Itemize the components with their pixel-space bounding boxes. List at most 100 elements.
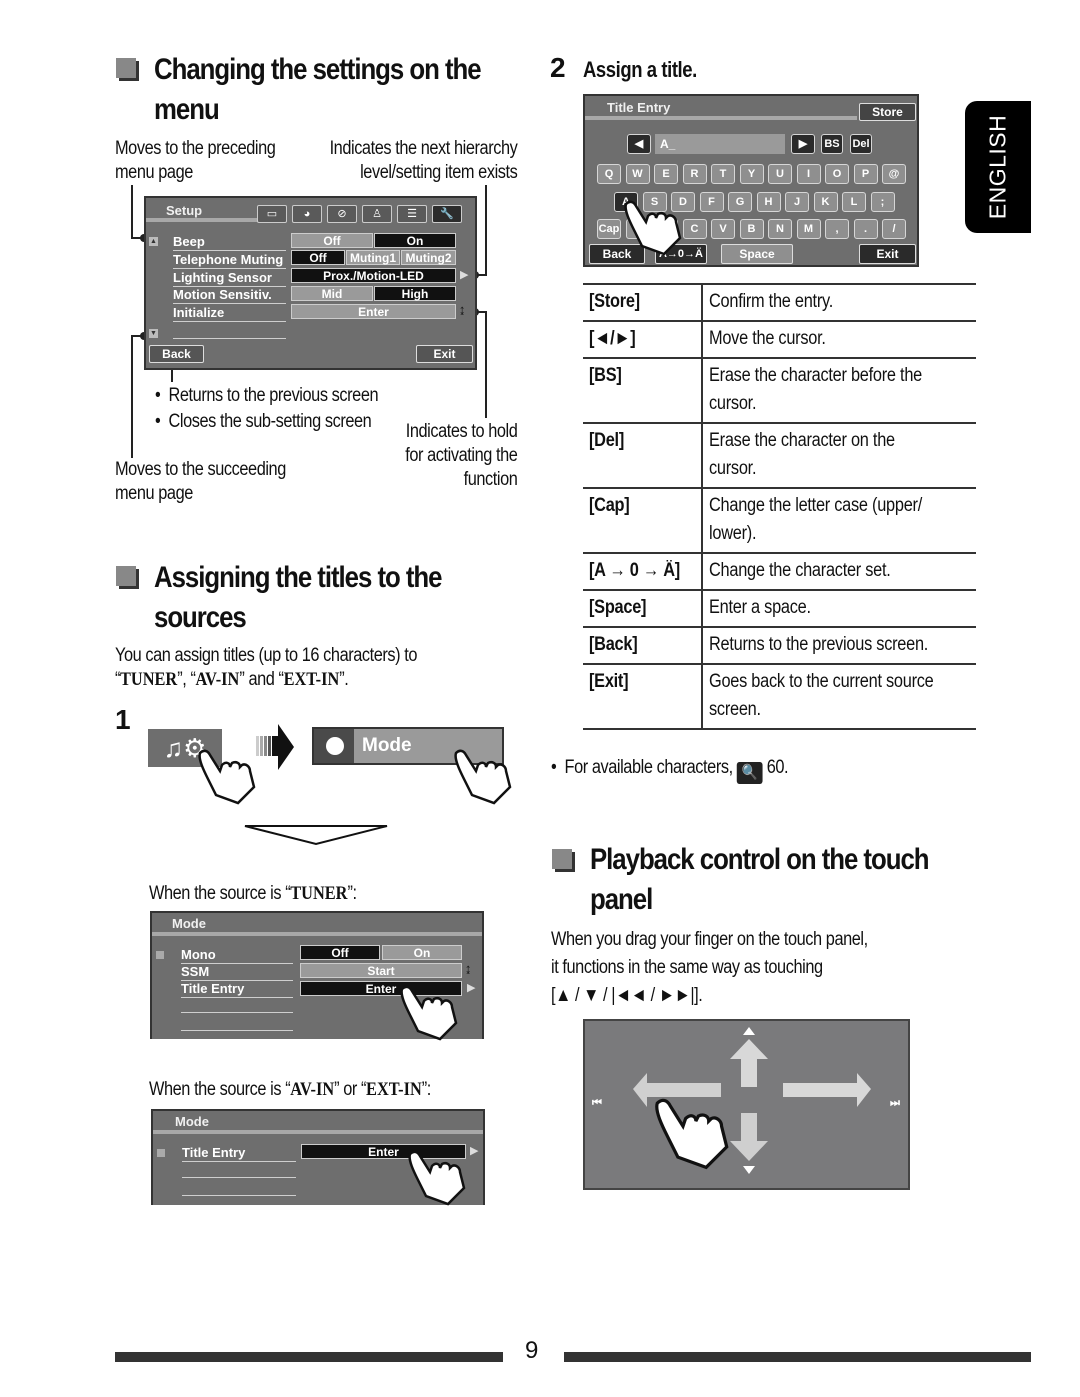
key-m[interactable]: M	[796, 219, 821, 239]
key-o[interactable]: O	[825, 164, 849, 184]
callout-text: menu page	[115, 483, 193, 504]
key-u[interactable]: U	[768, 164, 792, 184]
description-text: Returns to the previous screen.	[708, 634, 928, 655]
store-button[interactable]: Store	[859, 103, 916, 121]
page-reference[interactable]: 60.	[767, 757, 789, 778]
option-on[interactable]: On	[374, 233, 456, 248]
page-up-icon[interactable]: ▲	[149, 237, 158, 246]
key-q[interactable]: Q	[597, 164, 621, 184]
key-label: [BS]	[589, 365, 622, 386]
option-muting2[interactable]: Muting2	[401, 250, 456, 265]
tab-disc[interactable]: ⊘	[327, 205, 357, 223]
back-button[interactable]: Back	[149, 345, 204, 363]
exit-button[interactable]: Exit	[416, 345, 473, 363]
option-muting1[interactable]: Muting1	[346, 250, 400, 265]
bs-button[interactable]: BS	[821, 134, 843, 154]
caption-source: TUNER	[290, 883, 348, 904]
intro-line: “TUNER”, “AV-IN” and “EXT-IN”.	[115, 669, 349, 690]
pointing-hand-icon	[408, 1150, 466, 1206]
mode-item-ssm[interactable]: SSM	[181, 964, 293, 981]
option-start[interactable]: Start	[300, 963, 462, 978]
section-title: Changing the settings on the menu	[154, 50, 482, 130]
key-f[interactable]: F	[699, 192, 724, 212]
key-symbol[interactable]: ;	[870, 192, 895, 212]
caption-text: ” or “	[334, 1079, 367, 1100]
description-line: Enter a space.	[709, 594, 970, 622]
mode-item-mono[interactable]: Mono	[181, 947, 293, 964]
key-i[interactable]: I	[796, 164, 821, 184]
key-n[interactable]: N	[768, 219, 792, 239]
key-label: [A → 0 → Ä]	[589, 560, 680, 581]
wrench-icon: 🔧	[440, 208, 454, 220]
key-j[interactable]: J	[785, 192, 809, 212]
key-w[interactable]: W	[625, 164, 650, 184]
page-up-icon[interactable]	[157, 1149, 165, 1157]
key-symbol[interactable]: ,	[825, 219, 849, 239]
option-mid[interactable]: Mid	[291, 286, 373, 301]
magnifier-icon: 🔍	[736, 762, 763, 784]
empty-item	[182, 1195, 296, 1196]
next-level-icon: ▶	[467, 982, 476, 994]
key-g[interactable]: G	[728, 192, 752, 212]
option-off[interactable]: Off	[300, 945, 380, 960]
section-title: Assigning the titles to the sources	[154, 558, 443, 638]
empty-item	[181, 1012, 293, 1013]
step-number: 2	[550, 52, 566, 83]
key-cell: [Store]	[583, 283, 703, 321]
page-down-icon[interactable]: ▼	[149, 329, 158, 338]
key-v[interactable]: V	[711, 219, 735, 239]
key-symbol[interactable]: @	[882, 164, 906, 184]
setting-item-initialize[interactable]: Initialize	[173, 305, 286, 322]
setting-item-telephone-muting[interactable]: Telephone Muting	[173, 252, 286, 269]
option-on[interactable]: On	[382, 945, 462, 960]
tab-settings[interactable]: 🔧	[432, 205, 462, 223]
callout-next-level: Indicates the next hierarchy level/setti…	[329, 137, 517, 185]
key-t[interactable]: T	[711, 164, 735, 184]
option-prox-motion-led[interactable]: Prox./Motion-LED	[291, 268, 456, 283]
key-label: [◄/►]	[589, 328, 636, 349]
mode-item-title-entry[interactable]: Title Entry	[181, 981, 293, 998]
empty-item	[182, 1177, 296, 1178]
del-button[interactable]: Del	[850, 134, 872, 154]
key-p[interactable]: P	[853, 164, 878, 184]
key-symbol[interactable]: .	[853, 219, 878, 239]
cursor-right-button[interactable]: ▶	[791, 134, 815, 154]
space-button[interactable]: Space	[721, 244, 793, 264]
exit-button[interactable]: Exit	[859, 244, 916, 264]
option-off[interactable]: Off	[291, 233, 373, 248]
option-high[interactable]: High	[374, 286, 456, 301]
key-y[interactable]: Y	[739, 164, 764, 184]
key-k[interactable]: K	[813, 192, 838, 212]
page-up-icon[interactable]	[156, 951, 164, 959]
option-off[interactable]: Off	[291, 250, 345, 265]
option-enter[interactable]: Enter	[291, 304, 456, 319]
description-line: cursor.	[709, 390, 970, 418]
key-b[interactable]: B	[739, 219, 764, 239]
key-l[interactable]: L	[842, 192, 866, 212]
touch-panel[interactable]: ⏮ ⏭	[583, 1019, 910, 1190]
callout-text: level/setting item exists	[359, 162, 518, 183]
setting-item-motion-sensitiv[interactable]: Motion Sensitiv.	[173, 287, 286, 304]
title-input[interactable]: A_	[655, 134, 785, 154]
cursor-left-button[interactable]: ◀	[627, 134, 651, 154]
tab-clock[interactable]: ◕	[292, 205, 322, 223]
next-track-icon: ⏭	[890, 1097, 900, 1109]
key-h[interactable]: H	[756, 192, 781, 212]
tab-display[interactable]: ▭	[257, 205, 287, 223]
key-symbol[interactable]: /	[882, 219, 906, 239]
key-r[interactable]: R	[682, 164, 707, 184]
mode-item-title-entry[interactable]: Title Entry	[182, 1145, 296, 1162]
key-c[interactable]: C	[682, 219, 707, 239]
tab-input[interactable]: ☰	[397, 205, 427, 223]
swipe-right-arrow-icon	[783, 1073, 871, 1107]
key-cell: [Back]	[583, 626, 703, 664]
key-label: [Del]	[589, 430, 625, 451]
tab-antenna[interactable]: ♙	[362, 205, 392, 223]
back-callout: • Returns to the previous screen • Close…	[155, 384, 379, 434]
description-text: Change the character set.	[708, 560, 891, 581]
key-e[interactable]: E	[654, 164, 678, 184]
key-cap[interactable]: Cap	[597, 219, 621, 239]
setting-item-beep[interactable]: Beep	[173, 234, 286, 251]
description-line: Change the character set.	[709, 557, 970, 585]
setting-item-lighting-sensor[interactable]: Lighting Sensor	[173, 270, 286, 287]
